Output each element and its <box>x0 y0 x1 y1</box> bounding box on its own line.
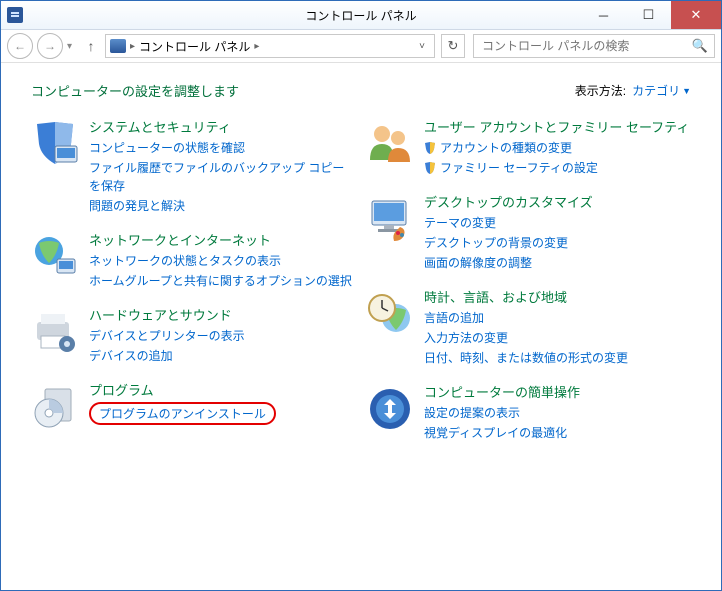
disc-box-icon[interactable] <box>31 383 79 431</box>
category-link[interactable]: 問題の発見と解決 <box>89 197 356 215</box>
view-mode: 表示方法: カテゴリ ▼ <box>575 82 691 99</box>
control-panel-icon <box>110 39 126 53</box>
category-link[interactable]: ホームグループと共有に関するオプションの選択 <box>89 272 352 290</box>
refresh-button[interactable]: ↻ <box>441 34 465 58</box>
category-title[interactable]: デスクトップのカスタマイズ <box>424 195 593 212</box>
search-box[interactable]: 🔍 <box>473 34 715 58</box>
content-area: コンピューターの設定を調整します 表示方法: カテゴリ ▼ システムとセキュリテ… <box>1 63 721 590</box>
category-link[interactable]: コンピューターの状態を確認 <box>89 139 356 157</box>
search-icon[interactable]: 🔍 <box>692 38 708 54</box>
view-dropdown[interactable]: カテゴリ ▼ <box>632 82 691 99</box>
breadcrumb-separator: ▸ <box>254 41 259 52</box>
shield-monitor-icon[interactable] <box>31 120 79 168</box>
monitor-paint-icon[interactable] <box>366 195 414 243</box>
category-link[interactable]: 言語の追加 <box>424 309 628 327</box>
uac-shield-icon <box>424 162 436 174</box>
category-hardware-sound: ハードウェアとサウンド デバイスとプリンターの表示 デバイスの追加 <box>31 308 356 365</box>
search-input[interactable] <box>480 38 692 54</box>
category-link[interactable]: デバイスとプリンターの表示 <box>89 327 245 345</box>
back-button[interactable]: ← <box>7 33 33 59</box>
category-appearance: デスクトップのカスタマイズ テーマの変更 デスクトップの背景の変更 画面の解像度… <box>366 195 691 272</box>
category-programs: プログラム プログラムのアンインストール <box>31 383 356 431</box>
control-panel-window: コントロール パネル ─ ☐ ✕ ← → ▾ ↑ ▸ コントロール パネル ▸ … <box>0 0 722 591</box>
category-link[interactable]: 日付、時刻、または数値の形式の変更 <box>424 349 628 367</box>
category-link[interactable]: ネットワークの状態とタスクの表示 <box>89 252 352 270</box>
uninstall-program-link-highlighted[interactable]: プログラムのアンインストール <box>89 402 276 425</box>
up-button[interactable]: ↑ <box>81 36 101 56</box>
category-link[interactable]: ファミリー セーフティの設定 <box>424 159 689 177</box>
titlebar: コントロール パネル ─ ☐ ✕ <box>1 1 721 30</box>
category-system-security: システムとセキュリティ コンピューターの状態を確認 ファイル履歴でファイルのバッ… <box>31 120 356 215</box>
category-link[interactable]: アカウントの種類の変更 <box>424 139 689 157</box>
window-title: コントロール パネル <box>1 7 721 24</box>
uac-shield-icon <box>424 142 436 154</box>
ease-of-access-icon[interactable] <box>366 385 414 433</box>
left-column: システムとセキュリティ コンピューターの状態を確認 ファイル履歴でファイルのバッ… <box>31 120 356 442</box>
category-title[interactable]: コンピューターの簡単操作 <box>424 385 580 402</box>
right-column: ユーザー アカウントとファミリー セーフティ アカウントの種類の変更 ファミリー… <box>366 120 691 442</box>
category-title[interactable]: プログラム <box>89 383 276 400</box>
printer-icon[interactable] <box>31 308 79 356</box>
category-user-accounts: ユーザー アカウントとファミリー セーフティ アカウントの種類の変更 ファミリー… <box>366 120 691 177</box>
category-title[interactable]: ハードウェアとサウンド <box>89 308 245 325</box>
history-dropdown[interactable]: ▾ <box>67 41 77 52</box>
page-title: コンピューターの設定を調整します <box>31 81 239 100</box>
category-link[interactable]: 入力方法の変更 <box>424 329 628 347</box>
category-link[interactable]: デスクトップの背景の変更 <box>424 234 593 252</box>
users-icon[interactable] <box>366 120 414 168</box>
breadcrumb-dropdown[interactable]: ˅ <box>414 41 430 52</box>
breadcrumb-label[interactable]: コントロール パネル <box>139 38 250 55</box>
content-header: コンピューターの設定を調整します 表示方法: カテゴリ ▼ <box>31 81 691 100</box>
category-columns: システムとセキュリティ コンピューターの状態を確認 ファイル履歴でファイルのバッ… <box>31 120 691 442</box>
category-ease-of-access: コンピューターの簡単操作 設定の提案の表示 視覚ディスプレイの最適化 <box>366 385 691 442</box>
category-link[interactable]: 設定の提案の表示 <box>424 404 580 422</box>
category-title[interactable]: システムとセキュリティ <box>89 120 356 137</box>
forward-button[interactable]: → <box>37 33 63 59</box>
category-clock-language-region: 時計、言語、および地域 言語の追加 入力方法の変更 日付、時刻、または数値の形式… <box>366 290 691 367</box>
category-link[interactable]: ファイル履歴でファイルのバックアップ コピーを保存 <box>89 159 356 195</box>
category-link[interactable]: テーマの変更 <box>424 214 593 232</box>
clock-globe-icon[interactable] <box>366 290 414 338</box>
category-link[interactable]: 画面の解像度の調整 <box>424 254 593 272</box>
navbar: ← → ▾ ↑ ▸ コントロール パネル ▸ ˅ ↻ 🔍 <box>1 30 721 63</box>
globe-network-icon[interactable] <box>31 233 79 281</box>
view-label: 表示方法: <box>575 82 626 99</box>
category-title[interactable]: 時計、言語、および地域 <box>424 290 628 307</box>
category-link[interactable]: デバイスの追加 <box>89 347 245 365</box>
breadcrumb-separator: ▸ <box>130 41 135 52</box>
category-title[interactable]: ユーザー アカウントとファミリー セーフティ <box>424 120 689 137</box>
category-title[interactable]: ネットワークとインターネット <box>89 233 352 250</box>
category-network-internet: ネットワークとインターネット ネットワークの状態とタスクの表示 ホームグループと… <box>31 233 356 290</box>
breadcrumb[interactable]: ▸ コントロール パネル ▸ ˅ <box>105 34 435 58</box>
category-link[interactable]: 視覚ディスプレイの最適化 <box>424 424 580 442</box>
